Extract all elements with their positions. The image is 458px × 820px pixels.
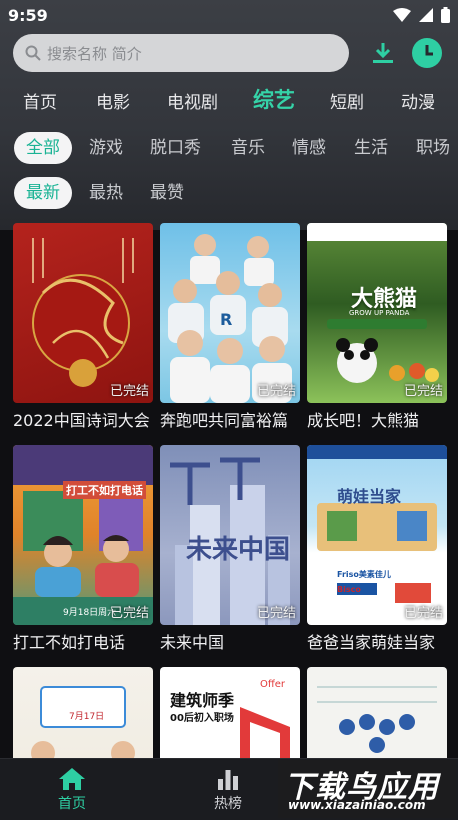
search-input[interactable]: 搜索名称 简介 (13, 34, 349, 72)
search-row: 搜索名称 简介 (13, 33, 445, 73)
content-card[interactable]: 7月17日 (13, 667, 153, 758)
poster-art (32, 238, 134, 387)
battery-icon (441, 7, 450, 23)
content-card[interactable]: 已完结 2022中国诗词大会 (13, 223, 153, 431)
category-workplace[interactable]: 职场 (416, 132, 450, 164)
poster-image: R 已完结 (160, 223, 300, 403)
poster-image: 打工不如打电话 9月18日周六 已完结 (13, 445, 153, 625)
tab-anime[interactable]: 动漫 (401, 88, 435, 113)
sort-newest[interactable]: 最新 (14, 177, 72, 209)
watermark-url: www.xiazainiao.com (288, 798, 426, 812)
sort-most-liked[interactable]: 最赞 (150, 177, 184, 209)
status-badge: 已完结 (109, 606, 149, 621)
card-title: 未来中国 (160, 633, 225, 652)
tab-movie[interactable]: 电影 (96, 88, 130, 113)
poster-image: 未来中国 已完结 (160, 445, 300, 625)
tab-variety[interactable]: 综艺 (253, 84, 295, 114)
status-time: 9:59 (8, 5, 48, 25)
watermark-logo: 下载鸟应用 www.xiazainiao.com (278, 760, 456, 818)
poster-image (307, 667, 447, 758)
svg-text:R: R (220, 310, 232, 329)
history-icon[interactable] (412, 38, 442, 68)
card-title: 爸爸当家萌娃当家 (307, 633, 436, 652)
status-bar: 9:59 (0, 0, 458, 30)
category-life[interactable]: 生活 (354, 132, 388, 164)
card-title: 2022中国诗词大会 (13, 411, 150, 430)
download-icon[interactable] (372, 41, 394, 65)
status-icons (393, 7, 450, 23)
poster-date-text: 7月17日 (69, 712, 105, 722)
status-badge: 已完结 (403, 606, 443, 621)
poster-art: R (168, 234, 292, 403)
poster-image: 萌娃当家 Friso美素佳儿 Bisco 已完结 (307, 445, 447, 625)
poster-art (13, 445, 153, 625)
category-games[interactable]: 游戏 (89, 132, 123, 164)
bar-chart-icon (218, 770, 238, 790)
home-icon (59, 768, 85, 790)
poster-image: 大熊猫 GROW UP PANDA 已完结 (307, 223, 447, 403)
status-badge: 已完结 (403, 384, 443, 399)
status-badge: 已完结 (109, 384, 149, 399)
poster-image: 已完结 (13, 223, 153, 403)
poster-subtitle-text: GROW UP PANDA (349, 309, 410, 317)
poster-title-text: 未来中国 (186, 535, 291, 565)
card-title: 奔跑吧共同富裕篇 (160, 411, 289, 430)
poster-tag-text: Offer (260, 679, 286, 690)
card-title: 打工不如打电话 (13, 633, 126, 652)
wifi-icon (393, 8, 411, 22)
poster-date-text: 9月18日周六 (63, 608, 117, 618)
category-music[interactable]: 音乐 (231, 132, 265, 164)
content-card[interactable]: 萌娃当家 Friso美素佳儿 Bisco 已完结 爸爸当家萌娃当家 (307, 445, 447, 653)
content-card[interactable] (307, 667, 447, 758)
tab-tv-series[interactable]: 电视剧 (167, 88, 218, 113)
nav-home[interactable]: 首页 (58, 767, 86, 813)
content-grid: 已完结 2022中国诗词大会 R 已完结 奔跑吧共同富裕篇 大熊猫 GROW U… (0, 216, 458, 758)
sort-filter: 最新 最热 最赞 (0, 177, 458, 211)
poster-art (307, 445, 447, 603)
category-talk-show[interactable]: 脱口秀 (150, 132, 201, 164)
poster-image: 7月17日 (13, 667, 153, 758)
poster-title-text: 建筑师季 (170, 691, 235, 710)
search-placeholder: 搜索名称 简介 (47, 44, 142, 63)
poster-brand-text: Bisco (337, 585, 361, 594)
poster-title-text: 打工不如打电话 (63, 481, 146, 499)
content-card[interactable]: 大熊猫 GROW UP PANDA 已完结 成长吧！大熊猫 (307, 223, 447, 431)
category-all[interactable]: 全部 (14, 132, 72, 164)
search-icon (25, 45, 41, 61)
poster-art (317, 686, 437, 753)
content-card[interactable]: 建筑师季 00后初入职场 Offer (160, 667, 300, 758)
tab-short-drama[interactable]: 短剧 (330, 88, 364, 113)
main-tabs: 首页 电影 电视剧 综艺 短剧 动漫 (0, 80, 458, 116)
nav-ranking[interactable]: 热榜 (214, 767, 242, 813)
signal-icon (419, 8, 433, 22)
nav-home-label: 首页 (58, 796, 86, 812)
poster-title-text: 萌娃当家 (337, 487, 402, 506)
status-badge: 已完结 (256, 606, 296, 621)
content-card[interactable]: R 已完结 奔跑吧共同富裕篇 (160, 223, 300, 431)
sort-hottest[interactable]: 最热 (89, 177, 123, 209)
poster-brand-text: Friso美素佳儿 (337, 570, 391, 579)
poster-image: 建筑师季 00后初入职场 Offer (160, 667, 300, 758)
category-emotion[interactable]: 情感 (292, 132, 326, 164)
tab-home[interactable]: 首页 (23, 88, 57, 113)
content-card[interactable]: 打工不如打电话 9月18日周六 已完结 打工不如打电话 (13, 445, 153, 653)
nav-ranking-label: 热榜 (214, 796, 242, 812)
card-title: 成长吧！大熊猫 (307, 411, 420, 430)
category-filter: 全部 游戏 脱口秀 音乐 情感 生活 职场 (0, 132, 458, 166)
header-actions (372, 38, 445, 68)
poster-subtitle-text: 00后初入职场 (170, 713, 234, 724)
content-card[interactable]: 未来中国 已完结 未来中国 (160, 445, 300, 653)
status-badge: 已完结 (256, 384, 296, 399)
